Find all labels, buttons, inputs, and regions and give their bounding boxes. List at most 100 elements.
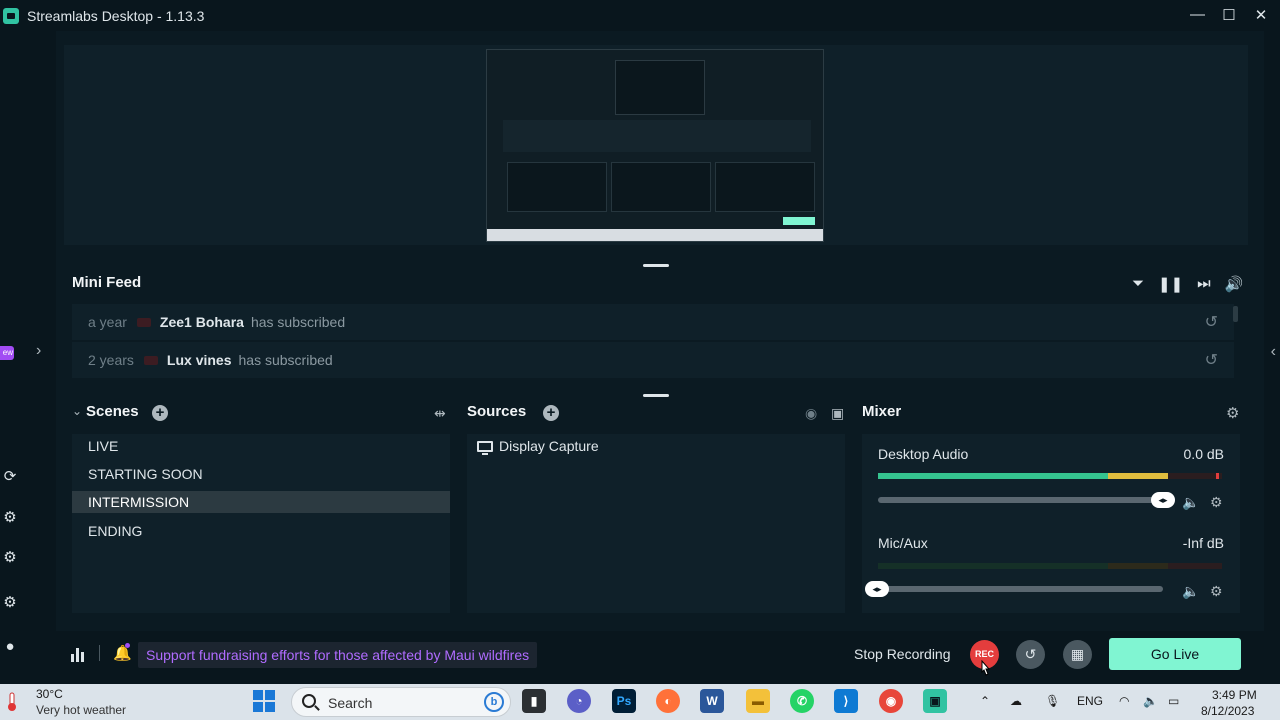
- speaker-icon[interactable]: 🔈: [1182, 494, 1199, 511]
- chrome-icon[interactable]: ◉: [879, 689, 903, 713]
- speaker-icon[interactable]: 🔈: [1182, 583, 1199, 600]
- broadcast-icon[interactable]: ◉: [805, 405, 817, 422]
- feed-action: has subscribed: [238, 352, 333, 368]
- add-source-icon[interactable]: +: [543, 405, 559, 421]
- schedule-stream-icon[interactable]: ▦: [1063, 640, 1092, 669]
- streamlabs-logo-icon: [3, 7, 19, 24]
- mixer-channel-level: 0.0 dB: [1183, 446, 1224, 462]
- teams-chat-icon[interactable]: ◔: [567, 689, 591, 713]
- settings-icon[interactable]: ⚙: [1, 594, 19, 612]
- feed-resize-handle[interactable]: [643, 394, 669, 397]
- word-icon[interactable]: W: [700, 689, 724, 713]
- preview-nested-sources: [611, 162, 711, 212]
- file-explorer-icon[interactable]: ▬: [746, 689, 770, 713]
- mouse-cursor-icon: [981, 660, 991, 676]
- volume-tray-icon[interactable]: 🔈: [1143, 694, 1158, 708]
- sources-title: Sources: [467, 403, 527, 420]
- windows-start-icon[interactable]: [252, 689, 276, 713]
- language-indicator[interactable]: ENG: [1077, 694, 1103, 708]
- sources-list: Display Capture: [467, 434, 845, 613]
- add-folder-icon[interactable]: ▣: [831, 405, 844, 422]
- file-manager-icon[interactable]: ▮: [522, 689, 546, 713]
- fundraising-notice[interactable]: Support fundraising efforts for those af…: [138, 642, 538, 668]
- taskbar-search-input[interactable]: Search b: [291, 687, 511, 717]
- clock-date[interactable]: 8/12/2023: [1201, 704, 1254, 718]
- channel-settings-icon[interactable]: ⚙: [1210, 494, 1223, 511]
- expand-right-chevron-icon[interactable]: ‹: [1271, 343, 1276, 361]
- clock-time[interactable]: 3:49 PM: [1212, 688, 1257, 702]
- bing-icon[interactable]: b: [484, 692, 504, 712]
- mixer-channel-name: Desktop Audio: [878, 446, 969, 462]
- subscriber-badge-icon: [143, 355, 158, 365]
- photoshop-icon[interactable]: Ps: [612, 689, 636, 713]
- scene-item-live[interactable]: LIVE: [72, 435, 450, 457]
- preview-nested-window: [615, 60, 705, 115]
- scenes-list: LIVE STARTING SOON INTERMISSION ENDING: [72, 434, 450, 613]
- mini-feed-controls: ⏷ ❚❚ ⏭ 🔊: [1132, 275, 1243, 293]
- maximize-button[interactable]: ☐: [1222, 6, 1236, 24]
- scene-transitions-icon[interactable]: ⇹: [434, 405, 446, 422]
- tools-icon[interactable]: ⚙: [1, 549, 19, 567]
- feed-action: has subscribed: [250, 314, 346, 330]
- feed-scrollbar[interactable]: [1233, 306, 1238, 322]
- filter-icon[interactable]: ⏷: [1132, 275, 1144, 293]
- vscode-icon[interactable]: ⟩: [834, 689, 858, 713]
- volume-icon[interactable]: 🔊: [1225, 275, 1244, 293]
- thermometer-icon: [8, 692, 16, 711]
- footer-divider: [99, 645, 100, 661]
- scenes-title: Scenes: [86, 403, 139, 420]
- scene-item-intermission[interactable]: INTERMISSION: [72, 491, 450, 513]
- onedrive-cloud-icon[interactable]: ☁: [1010, 694, 1022, 708]
- mic-aux-meter: [878, 563, 1222, 569]
- app-store-icon[interactable]: ⟳: [1, 468, 19, 486]
- preview-nested-feed: [503, 120, 811, 152]
- mixer-channel-level: -Inf dB: [1182, 535, 1224, 551]
- feed-item: 2 years Lux vines has subscribed ↺: [72, 342, 1234, 378]
- windows-taskbar: 30°C Very hot weather Search b ▮ ◔ Ps ◐ …: [0, 684, 1280, 720]
- desktop-audio-volume-slider[interactable]: [878, 497, 1168, 503]
- streamlabs-taskbar-icon[interactable]: ▣: [923, 689, 947, 713]
- skip-icon[interactable]: ⏭: [1197, 275, 1211, 293]
- preview-nested-scenes: [507, 162, 607, 212]
- battery-icon[interactable]: ▭: [1168, 694, 1179, 708]
- expand-left-chevron-icon[interactable]: ›: [36, 342, 41, 360]
- go-live-button[interactable]: Go Live: [1109, 638, 1241, 670]
- desktop-audio-meter: [878, 473, 1222, 479]
- performance-stats-icon[interactable]: [70, 646, 86, 662]
- feed-item: a year Zee1 Bohara has subscribed ↺: [72, 304, 1234, 340]
- wifi-icon[interactable]: ◠: [1119, 694, 1129, 708]
- microphone-icon[interactable]: 🎙: [1045, 694, 1060, 708]
- mic-aux-volume-slider[interactable]: [878, 586, 1163, 592]
- window-title: Streamlabs Desktop - 1.13.3: [27, 7, 205, 24]
- scene-item-starting-soon[interactable]: STARTING SOON: [72, 463, 450, 485]
- replay-icon[interactable]: ↺: [1205, 312, 1218, 332]
- profile-icon[interactable]: ●: [1, 638, 19, 656]
- preview-nested-taskbar: [487, 229, 823, 241]
- pause-icon[interactable]: ❚❚: [1158, 275, 1183, 293]
- close-button[interactable]: ✕: [1254, 6, 1268, 24]
- feed-username: Lux vines: [166, 352, 232, 368]
- themes-icon[interactable]: ⚙: [1, 509, 19, 527]
- preview-resize-handle[interactable]: [643, 264, 669, 267]
- weather-description[interactable]: Very hot weather: [36, 703, 126, 717]
- mixer-settings-icon[interactable]: ⚙: [1226, 404, 1239, 422]
- show-hidden-icons-chevron-icon[interactable]: ⌃: [980, 694, 990, 708]
- weather-temperature[interactable]: 30°C: [36, 687, 63, 701]
- add-scene-icon[interactable]: +: [152, 405, 168, 421]
- new-badge[interactable]: ew: [0, 346, 14, 360]
- source-item-display-capture[interactable]: Display Capture: [477, 438, 599, 455]
- replay-icon[interactable]: ↺: [1205, 350, 1218, 370]
- scene-item-ending[interactable]: ENDING: [72, 520, 450, 542]
- desktop-audio-volume-knob[interactable]: ◂▸: [1151, 492, 1175, 508]
- replay-buffer-icon[interactable]: ↺: [1016, 640, 1045, 669]
- preview-nested-golive: [783, 217, 815, 225]
- search-icon: [302, 694, 316, 708]
- mixer-channel-name: Mic/Aux: [878, 535, 928, 551]
- firefox-icon[interactable]: ◐: [656, 689, 680, 713]
- whatsapp-icon[interactable]: ✆: [790, 689, 814, 713]
- collapse-scenes-chevron-icon[interactable]: ⌄: [72, 404, 82, 418]
- mic-aux-volume-knob[interactable]: ◂▸: [865, 581, 889, 597]
- minimize-button[interactable]: —: [1190, 6, 1205, 24]
- window-controls: — ☐ ✕: [1190, 6, 1268, 24]
- channel-settings-icon[interactable]: ⚙: [1210, 583, 1223, 600]
